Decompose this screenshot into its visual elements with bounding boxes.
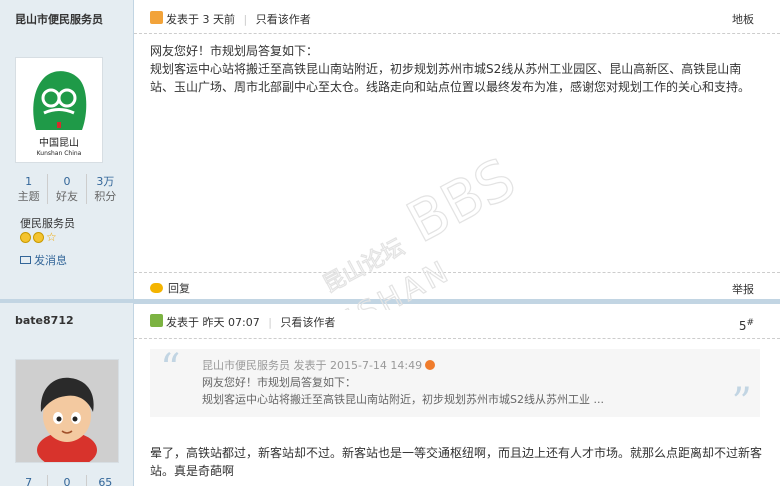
floor-number[interactable]: 5# (739, 318, 754, 333)
stat-points[interactable]: 65 (85, 475, 124, 486)
stat-topics[interactable]: 1 主题 (10, 174, 47, 204)
post-header: 发表于 昨天 07:07 | 只看该作者 5# (134, 303, 780, 339)
quote-line: 规划客运中心站将搬迁至高铁昆山南站附近，初步规划苏州市城S2线从苏州工业 ... (202, 393, 604, 406)
quote-line: 网友您好！市规划局答复如下： (202, 376, 356, 389)
post-content: 晕了，高铁站都过，新客站却不过。新客站也是一等交通枢纽啊，而且边上还有人才市场。… (150, 446, 763, 478)
envelope-icon (20, 256, 31, 264)
avatar[interactable] (15, 359, 119, 468)
logo-subtext: Kunshan China (36, 150, 82, 157)
post-main: 发表于 昨天 07:07 | 只看该作者 5# “ ” 昆山市便民服务员 发表于… (134, 303, 780, 486)
content-line: 规划客运中心站将搬迁至高铁昆山南站附近，初步规划苏州市城S2线从苏州工业园区、昆… (150, 62, 751, 94)
post-meta: 发表于 昨天 07:07 | 只看该作者 (166, 316, 336, 329)
posted-time: 3 天前 (202, 13, 236, 26)
author-name[interactable]: 昆山市便民服务员 (15, 11, 103, 27)
stat-points[interactable]: 3万 积分 (85, 174, 124, 204)
star-icon: ☆ (46, 230, 57, 244)
quote-block: “ ” 昆山市便民服务员 发表于 2015-7-14 14:49 网友您好！市规… (150, 346, 760, 423)
user-group[interactable]: 便民服务员 (20, 215, 75, 231)
posted-label: 发表于 (166, 13, 199, 26)
logo-text: 中国昆山 (39, 138, 79, 149)
quote-header: 昆山市便民服务员 发表于 2015-7-14 14:49 (202, 358, 436, 374)
post-header: 发表于 3 天前 | 只看该作者 地板 (134, 0, 780, 34)
cartoon-avatar-icon (16, 360, 118, 468)
send-message-link[interactable]: 发消息 (20, 252, 67, 268)
author-sidebar: 昆山市便民服务员 中国昆山 Kunshan China 1 主题 0 好友 3万 积分… (0, 0, 134, 300)
stat-friends[interactable]: 0 好友 (47, 174, 85, 204)
author-stats: 1 主题 0 好友 3万 积分 (10, 174, 124, 204)
medal-icon (33, 232, 44, 243)
post-content: 网友您好！市规划局答复如下： 规划客运中心站将搬迁至高铁昆山南站附近，初步规划苏… (150, 42, 760, 96)
open-quote-icon: “ (160, 346, 181, 392)
posted-label: 发表于 (166, 316, 199, 329)
reply-label: 回复 (168, 282, 190, 295)
medals: ☆ (20, 230, 57, 244)
send-message-label: 发消息 (34, 254, 67, 267)
reply-button[interactable]: 回复 (150, 280, 190, 296)
post-main: 发表于 3 天前 | 只看该作者 地板 网友您好！市规划局答复如下： 规划客运中… (134, 0, 780, 300)
only-author-link[interactable]: 只看该作者 (280, 316, 335, 329)
avatar[interactable]: 中国昆山 Kunshan China (15, 57, 103, 163)
online-status-icon (150, 11, 163, 24)
author-sidebar: bate8712 7 0 65 (0, 303, 134, 486)
floor-label[interactable]: 地板 (732, 11, 754, 27)
post-2: bate8712 7 0 65 发表于 昨天 07:07 | 只看该作者 5# … (0, 303, 780, 486)
online-status-icon (150, 314, 163, 327)
post-1: 昆山市便民服务员 中国昆山 Kunshan China 1 主题 0 好友 3万 积分… (0, 0, 780, 300)
post-meta: 发表于 3 天前 | 只看该作者 (166, 13, 311, 26)
reply-bubble-icon (150, 283, 163, 293)
author-stats: 7 0 65 (10, 475, 124, 486)
close-quote-icon: ” (731, 380, 752, 426)
author-name[interactable]: bate8712 (15, 314, 74, 327)
stat-friends[interactable]: 0 (47, 475, 85, 486)
only-author-link[interactable]: 只看该作者 (256, 13, 311, 26)
medal-icon (20, 232, 31, 243)
posted-time: 昨天 07:07 (202, 316, 260, 329)
stat-topics[interactable]: 7 (10, 475, 47, 486)
report-link[interactable]: 举报 (732, 281, 754, 297)
post-footer: 回复 举报 (134, 272, 780, 299)
content-line: 网友您好！市规划局答复如下： (150, 44, 319, 58)
go-to-post-icon[interactable] (425, 360, 436, 370)
